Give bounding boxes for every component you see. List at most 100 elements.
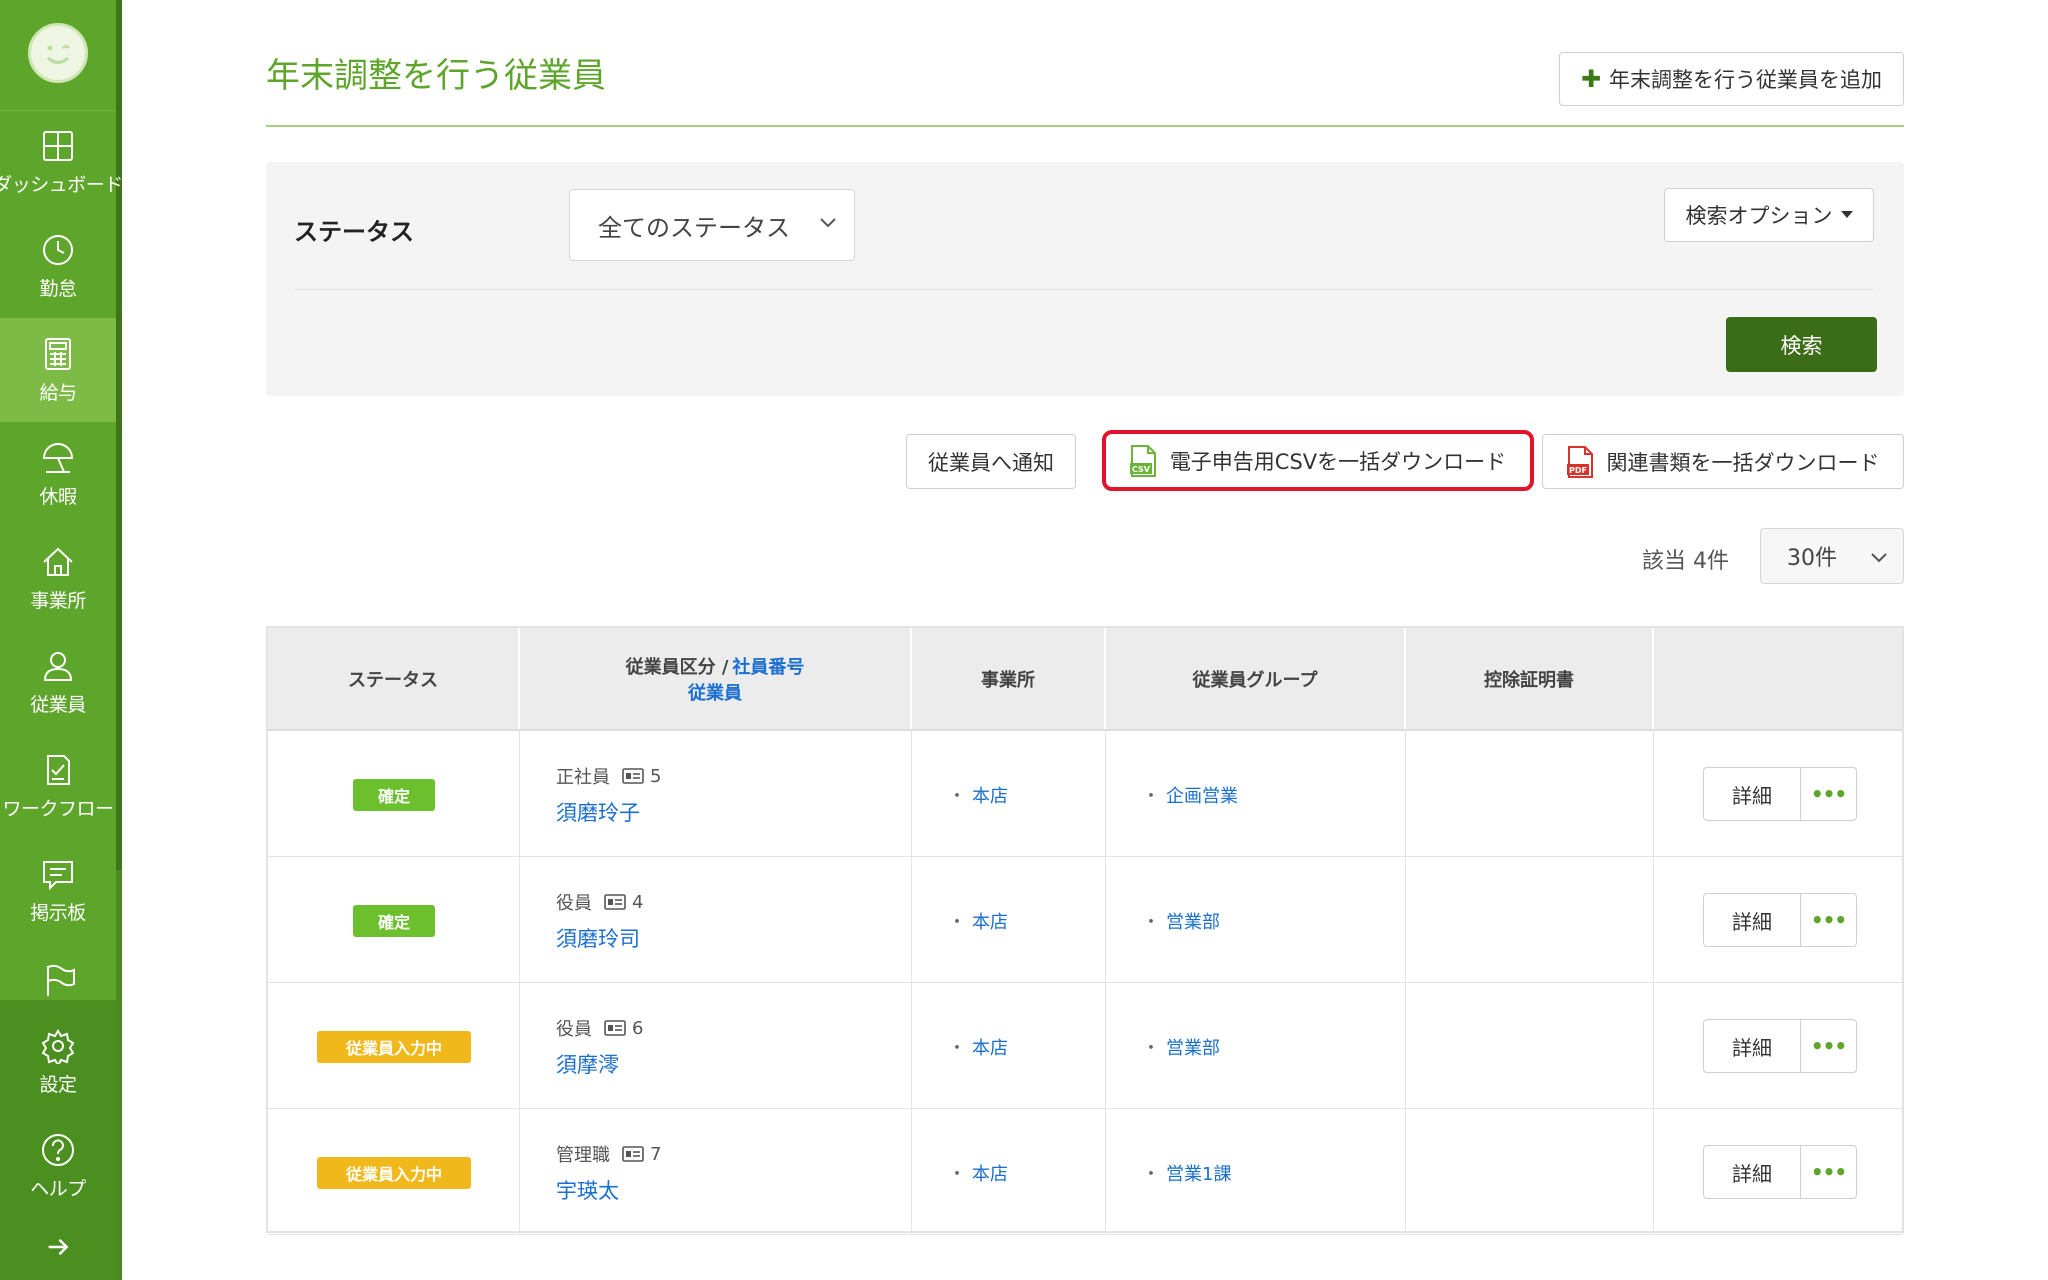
- employee-number: 7: [650, 1143, 662, 1165]
- status-select[interactable]: 全てのステータス: [569, 189, 855, 261]
- pdf-file-icon: PDF: [1566, 445, 1593, 478]
- office-name: 本店: [972, 1038, 1008, 1059]
- group-link[interactable]: ・企画営業: [1142, 782, 1238, 808]
- group-link[interactable]: ・営業部: [1142, 1034, 1220, 1060]
- title-divider: [266, 125, 1904, 127]
- more-options-button[interactable]: •••: [1801, 1146, 1856, 1198]
- detail-button[interactable]: 詳細: [1704, 1146, 1801, 1198]
- office-link[interactable]: ・本店: [948, 1160, 1008, 1186]
- sidebar-item-label: 掲示板: [30, 901, 86, 924]
- group-name: 営業部: [1166, 912, 1220, 933]
- sidebar-item-workflow[interactable]: ワークフロー: [0, 734, 116, 838]
- table-row: 確定 正社員 5 須磨玲子 ・本店 ・企画営業 詳細 •••: [268, 731, 1902, 857]
- employee-type: 管理職 7: [556, 1141, 661, 1167]
- column-header-office: 事業所: [912, 628, 1106, 729]
- sort-employee-link[interactable]: 従業員: [688, 679, 742, 705]
- certificate-cell: [1406, 857, 1654, 982]
- office-link[interactable]: ・本店: [948, 908, 1008, 934]
- sidebar-item-bulletin[interactable]: 掲示板: [0, 838, 116, 942]
- more-options-button[interactable]: •••: [1801, 1020, 1856, 1072]
- employee-name-link[interactable]: 宇瑛太: [556, 1175, 619, 1205]
- more-options-button[interactable]: •••: [1801, 894, 1856, 946]
- sidebar-scrollbar-thumb[interactable]: [116, 0, 122, 870]
- sidebar-item-employees[interactable]: 従業員: [0, 630, 116, 734]
- id-card-icon: [622, 768, 644, 784]
- caret-down-icon: [1840, 211, 1853, 218]
- group-link[interactable]: ・営業1課: [1142, 1160, 1231, 1186]
- sidebar-item-dashboard[interactable]: ダッシュボード: [0, 110, 123, 214]
- pdf-bulk-download-button[interactable]: PDF 関連書類を一括ダウンロード: [1542, 434, 1904, 489]
- table-row: 確定 役員 4 須磨玲司・本店・営業部 詳細 •••: [268, 857, 1902, 983]
- more-options-button[interactable]: •••: [1801, 768, 1856, 820]
- sidebar-item-flag[interactable]: [0, 940, 116, 1020]
- sidebar-item-help[interactable]: ヘルプ: [0, 1114, 116, 1218]
- office-cell: ・本店: [912, 857, 1106, 982]
- sidebar-item-label: 設定: [39, 1073, 77, 1096]
- sidebar-item-settings[interactable]: 設定: [0, 1010, 116, 1114]
- ellipsis-icon: •••: [1810, 782, 1847, 806]
- office-link[interactable]: ・本店: [948, 782, 1008, 808]
- group-cell: ・営業部: [1106, 857, 1406, 982]
- panel-divider: [294, 289, 1874, 290]
- column-header-actions: [1654, 628, 1904, 729]
- group-link[interactable]: ・営業部: [1142, 908, 1220, 934]
- sidebar-expand-button[interactable]: [0, 1214, 116, 1280]
- status-cell: 確定: [268, 857, 520, 982]
- detail-button[interactable]: 詳細: [1704, 1020, 1801, 1072]
- detail-button[interactable]: 詳細: [1704, 894, 1801, 946]
- employee-table: ステータス 従業員区分 / 社員番号 従業員 事業所 従業員グループ 控除証明書…: [266, 626, 1904, 1235]
- employee-name-link[interactable]: 須摩澪: [556, 1049, 619, 1079]
- row-action-group: 詳細 •••: [1703, 767, 1857, 821]
- add-employee-button[interactable]: ✚ 年末調整を行う従業員を追加: [1559, 52, 1904, 106]
- detail-button[interactable]: 詳細: [1704, 768, 1801, 820]
- status-cell: 確定: [268, 731, 520, 856]
- sidebar-item-payroll[interactable]: 給与: [0, 318, 116, 422]
- sidebar-item-label: 事業所: [30, 589, 86, 612]
- bullet: ・: [948, 912, 966, 933]
- status-select-value: 全てのステータス: [598, 213, 790, 242]
- column-header-status[interactable]: ステータス: [268, 628, 520, 729]
- actions-cell: 詳細 •••: [1654, 731, 1904, 856]
- sidebar-item-attendance[interactable]: 勤怠: [0, 214, 116, 318]
- status-filter-label: ステータス: [294, 218, 414, 246]
- dashboard-icon: [43, 130, 73, 161]
- logo-area: [0, 0, 116, 111]
- office-cell: ・本店: [912, 1109, 1106, 1234]
- csv-bulk-download-button[interactable]: CSV 電子申告用CSVを一括ダウンロード: [1102, 430, 1534, 491]
- clock-icon: [43, 234, 73, 265]
- smile-logo-icon[interactable]: [28, 23, 88, 83]
- row-action-group: 詳細 •••: [1703, 893, 1857, 947]
- notify-employees-button[interactable]: 従業員へ通知: [906, 434, 1076, 489]
- sidebar-item-label: 勤怠: [39, 277, 77, 300]
- search-button[interactable]: 検索: [1726, 317, 1877, 372]
- help-icon: [42, 1133, 74, 1166]
- bullet: ・: [1142, 1164, 1160, 1185]
- search-options-button[interactable]: 検索オプション: [1664, 188, 1874, 242]
- column-header-label: 事業所: [981, 669, 1035, 691]
- employee-type: 正社員 5: [556, 763, 661, 789]
- search-panel: ステータス 全てのステータス 検索オプション 検索: [266, 162, 1904, 396]
- add-employee-label: 年末調整を行う従業員を追加: [1609, 68, 1883, 92]
- employee-name-link[interactable]: 須磨玲司: [556, 923, 640, 953]
- column-header-employee: 従業員区分 / 社員番号 従業員: [520, 628, 912, 729]
- per-page-select[interactable]: 30件: [1760, 528, 1904, 584]
- group-name: 営業部: [1166, 1038, 1220, 1059]
- employee-category: 正社員: [556, 767, 610, 788]
- sidebar-item-leave[interactable]: 休暇: [0, 422, 116, 526]
- employee-name-link[interactable]: 須磨玲子: [556, 797, 640, 827]
- status-cell: 従業員入力中: [268, 983, 520, 1108]
- column-header-group: 従業員グループ: [1106, 628, 1406, 729]
- group-name: 企画営業: [1166, 786, 1238, 807]
- id-card-icon: [604, 1020, 626, 1036]
- sidebar: ダッシュボード 勤怠 給与 休暇 事業所 従業員 ワークフロー 掲示板 設定 ヘ…: [0, 0, 123, 1280]
- table-row: 従業員入力中 管理職 7 宇瑛太・本店・営業1課 詳細 •••: [268, 1109, 1902, 1235]
- gear-icon: [41, 1028, 75, 1064]
- message-icon: [43, 860, 73, 890]
- group-cell: ・企画営業: [1106, 731, 1406, 856]
- sort-employee-number-link[interactable]: 社員番号: [732, 653, 804, 679]
- status-badge: 確定: [353, 779, 435, 811]
- office-link[interactable]: ・本店: [948, 1034, 1008, 1060]
- status-badge: 確定: [353, 905, 435, 937]
- sidebar-item-office[interactable]: 事業所: [0, 526, 116, 630]
- column-header-label: ステータス: [348, 669, 438, 691]
